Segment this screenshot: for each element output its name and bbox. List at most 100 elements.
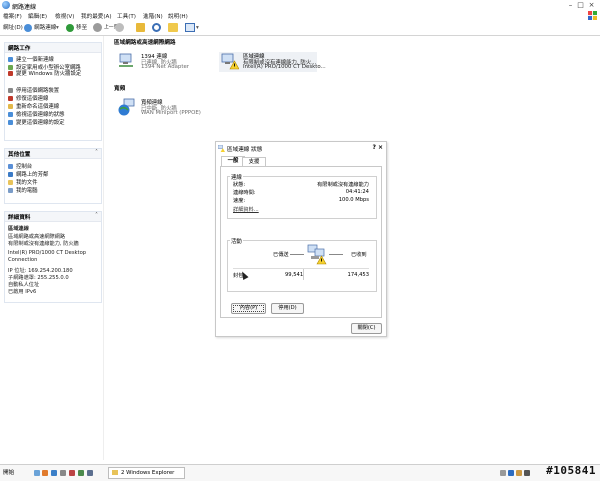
- task-rename-connection[interactable]: 重新命名這個連線: [8, 102, 59, 110]
- window-title: 網路連線: [12, 4, 37, 11]
- up-folder-icon[interactable]: [136, 23, 145, 32]
- connection-device: WAN Miniport (PPPOE): [141, 110, 201, 116]
- place-network-neighborhood[interactable]: 網路上的芳鄰: [8, 170, 48, 178]
- quicklaunch-icon[interactable]: [78, 470, 84, 476]
- forward-icon[interactable]: [115, 23, 124, 32]
- section-broadband-heading: 寬頻: [114, 86, 126, 92]
- task-view-status[interactable]: 檢視這個連線的狀態: [8, 110, 65, 118]
- close-button[interactable]: ×: [587, 1, 596, 9]
- menu-help[interactable]: 說明(H): [168, 12, 188, 20]
- packets-received: 174,453: [347, 272, 369, 278]
- details-subnet: 子網路遮罩: 255.255.0.0: [8, 275, 69, 281]
- quicklaunch-icon[interactable]: [51, 470, 57, 476]
- network-warning-icon: [218, 145, 225, 152]
- task-pane: 網路工作 建立一個新連線 設定家用或小型辦公室網路 變更 Windows 防火牆…: [0, 36, 104, 460]
- connection-1394[interactable]: 1394 連線 已連線, 防火牆 1394 Net Adapter: [117, 52, 213, 72]
- connection-group-label: 連線: [230, 173, 243, 181]
- address-dropdown-icon[interactable]: ▾: [56, 23, 59, 33]
- taskbar-item-windows-explorer[interactable]: 2 Windows Explorer: [108, 467, 185, 479]
- divider: [233, 268, 369, 269]
- duration-label: 連線時間:: [233, 190, 256, 196]
- connection-broadband[interactable]: 寬頻連線 已中斷, 防火牆 WAN Miniport (PPPOE): [117, 98, 213, 120]
- back-icon[interactable]: [93, 23, 102, 32]
- menu-favorites[interactable]: 我的最愛(A): [81, 12, 112, 20]
- details-line: 區域網路或高速網際網路: [8, 234, 66, 240]
- connection-device: Intel(R) PRO/1000 CT Deskto...: [243, 64, 326, 70]
- go-button[interactable]: 移至: [76, 23, 87, 33]
- folder-icon: [112, 470, 118, 475]
- address-label: 網址(D): [3, 25, 23, 31]
- section-lan-heading: 區域網路或高速網際網路: [114, 40, 176, 46]
- sent-line: [290, 254, 304, 255]
- task-disable-device[interactable]: 停用這個網路裝置: [8, 86, 59, 94]
- task-firewall-settings[interactable]: 變更 Windows 防火牆設定: [8, 71, 96, 77]
- quicklaunch-icon[interactable]: [60, 470, 66, 476]
- divider: [303, 269, 304, 280]
- network-warning-icon: [221, 53, 239, 70]
- details-line: Connection: [8, 257, 38, 263]
- address-input[interactable]: 網路連線: [34, 23, 56, 33]
- search-icon[interactable]: [152, 23, 161, 32]
- details-title: 詳細資料: [8, 215, 31, 221]
- speed-label: 速度:: [233, 198, 246, 204]
- details-line: Intel(R) PRO/1000 CT Desktop: [8, 250, 87, 256]
- connection-device: 1394 Net Adapter: [141, 64, 189, 70]
- collapse-icon[interactable]: ˄: [95, 212, 98, 219]
- views-dropdown-icon[interactable]: ▾: [196, 23, 199, 33]
- menu-file[interactable]: 檔案(F): [3, 12, 22, 20]
- collapse-icon[interactable]: ˄: [95, 149, 98, 156]
- connection-local-area[interactable]: 區域連線 有限制或沒有連線能力, 防火... Intel(R) PRO/1000…: [219, 52, 326, 72]
- quicklaunch-icon[interactable]: [42, 470, 48, 476]
- quicklaunch-icon[interactable]: [34, 470, 40, 476]
- quicklaunch-icon[interactable]: [87, 470, 93, 476]
- properties-button[interactable]: 內容(P): [231, 303, 266, 314]
- go-icon[interactable]: [66, 24, 74, 32]
- tab-panel: 連線 狀態: 有限制或沒有連線能力 連線時間: 04:41:24 速度: 100…: [220, 166, 382, 318]
- maximize-button[interactable]: □: [576, 1, 585, 9]
- folders-icon[interactable]: [168, 23, 178, 32]
- task-setup-home-network[interactable]: 設定家用或小型辦公室網路: [8, 63, 81, 71]
- network-tasks-title: 網路工作: [8, 46, 31, 52]
- other-places-box: 其他位置 ˄ 控制台 網路上的芳鄰 我的文件 我的電腦: [4, 148, 102, 204]
- details-ip: IP 位址: 169.254.200.180: [8, 268, 73, 274]
- start-button[interactable]: 開始: [3, 468, 14, 476]
- menu-edit[interactable]: 編輯(E): [28, 12, 47, 20]
- speed-value: 100.0 Mbps: [338, 197, 369, 203]
- tray-icon[interactable]: [516, 470, 522, 476]
- task-create-connection[interactable]: 建立一個新連線: [8, 55, 54, 63]
- dialog-close-button[interactable]: ×: [378, 144, 383, 151]
- task-repair-connection[interactable]: 修復這個連線: [8, 94, 48, 102]
- toolbar: 網址(D) 網路連線 ▾ 移至 上一頁 ▾: [0, 21, 600, 36]
- dialog-title: 區域連線 狀態: [227, 147, 263, 153]
- taskbar-item-label: 2 Windows Explorer: [121, 470, 175, 476]
- received-label: 已收到: [351, 252, 367, 258]
- tray-icon[interactable]: [508, 470, 514, 476]
- details-line: 已啟用 IPv6: [8, 289, 37, 295]
- menu-tools[interactable]: 工具(T): [117, 12, 136, 20]
- place-my-computer[interactable]: 我的電腦: [8, 186, 38, 194]
- network-connection-icon: [119, 53, 133, 67]
- views-icon[interactable]: [185, 23, 195, 32]
- task-change-settings[interactable]: 變更這個連線的設定: [8, 118, 65, 126]
- network-tasks-box: 網路工作 建立一個新連線 設定家用或小型辦公室網路 變更 Windows 防火牆…: [4, 42, 102, 141]
- status-label: 狀態:: [233, 182, 246, 188]
- place-my-documents[interactable]: 我的文件: [8, 178, 38, 186]
- menu-advanced[interactable]: 進階(N): [143, 12, 163, 20]
- minimize-button[interactable]: –: [566, 1, 575, 9]
- menu-view[interactable]: 檢視(V): [55, 12, 74, 20]
- details-box: 詳細資料 ˄ 區域連線 區域網路或高速網際網路 有限制或沒有連線能力, 防火牆 I…: [4, 211, 102, 303]
- close-dialog-button[interactable]: 關閉(C): [351, 323, 382, 334]
- tray-icon[interactable]: [500, 470, 506, 476]
- disable-button[interactable]: 停用(D): [271, 303, 304, 314]
- help-button[interactable]: ?: [373, 144, 376, 151]
- network-activity-icon: [307, 244, 327, 265]
- details-line: 自動私人位址: [8, 282, 40, 288]
- place-control-panel[interactable]: 控制台: [8, 162, 32, 170]
- duration-value: 04:41:24: [345, 189, 369, 195]
- quicklaunch-icon[interactable]: [69, 470, 75, 476]
- details-link[interactable]: 詳細資料...: [233, 206, 259, 213]
- packets-sent: 99,541: [285, 272, 304, 278]
- tray-icon[interactable]: [524, 470, 530, 476]
- details-name: 區域連線: [8, 226, 29, 232]
- watermark-stamp: #105841: [546, 464, 596, 477]
